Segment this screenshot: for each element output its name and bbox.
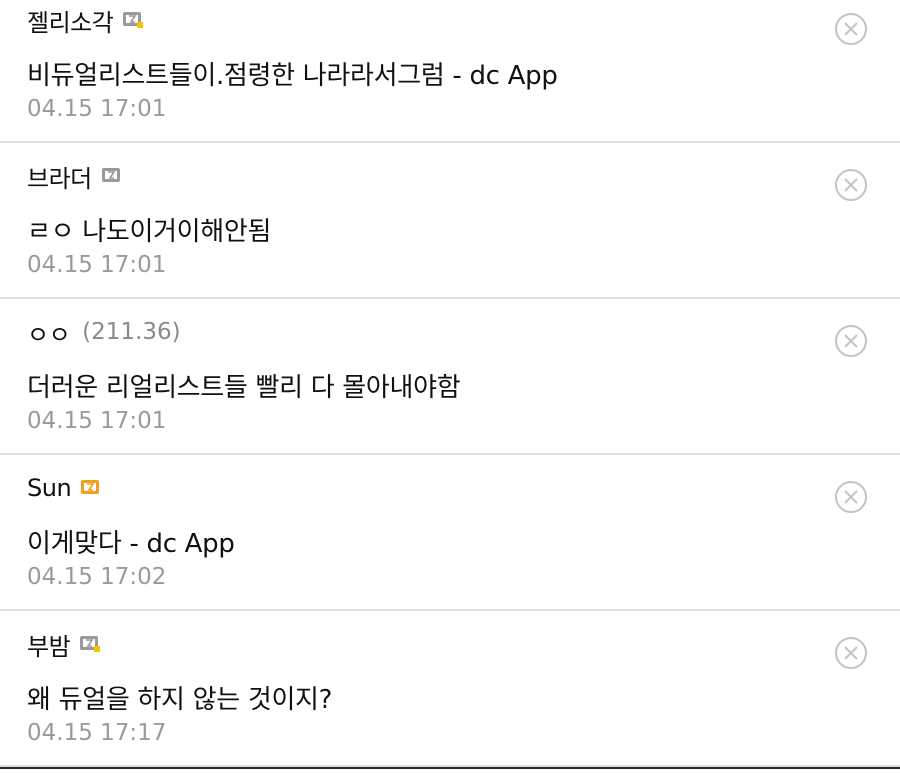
author-row: 브라더 xyxy=(27,159,123,194)
comment-item: ㅇㅇ (211.36) 더러운 리얼리스트들 빨리 다 몰아내야함 04.15 … xyxy=(0,312,900,455)
comment-date: 04.15 17:01 xyxy=(27,96,167,122)
delete-comment-icon[interactable] xyxy=(834,12,868,46)
author-row: 부밤 xyxy=(27,627,101,662)
comment-date: 04.15 17:17 xyxy=(27,720,167,746)
author-name[interactable]: 젤리소각 xyxy=(27,3,114,38)
comment-text: 왜 듀얼을 하지 않는 것이지? xyxy=(27,685,333,715)
author-name[interactable]: ㅇㅇ xyxy=(27,315,71,350)
comment-list: 젤리소각 비듀얼리스트들이.점령한 나라라서그럼 - dc App 04.15 … xyxy=(0,0,900,773)
bottom-divider xyxy=(0,767,900,769)
gallog-icon[interactable] xyxy=(122,11,144,29)
comment-item: 젤리소각 비듀얼리스트들이.점령한 나라라서그럼 - dc App 04.15 … xyxy=(0,0,900,143)
comment-item: 브라더 ㄹㅇ 나도이거이해안됨 04.15 17:01 xyxy=(0,156,900,299)
author-name[interactable]: Sun xyxy=(27,474,72,502)
comment-date: 04.15 17:02 xyxy=(27,564,167,590)
delete-comment-icon[interactable] xyxy=(834,480,868,514)
delete-comment-icon[interactable] xyxy=(834,168,868,202)
comment-date: 04.15 17:01 xyxy=(27,252,167,278)
gallog-icon[interactable] xyxy=(101,167,123,185)
gallog-icon[interactable] xyxy=(79,635,101,653)
comment-item: 부밤 왜 듀얼을 하지 않는 것이지? 04.15 17:17 xyxy=(0,624,900,767)
author-row: 젤리소각 xyxy=(27,3,144,38)
comment-text: ㄹㅇ 나도이거이해안됨 xyxy=(27,217,272,247)
delete-comment-icon[interactable] xyxy=(834,324,868,358)
author-row: Sun xyxy=(27,472,102,504)
author-ip: (211.36) xyxy=(82,319,181,345)
author-name[interactable]: 부밤 xyxy=(27,627,71,662)
gallog-icon[interactable] xyxy=(80,479,102,497)
author-name[interactable]: 브라더 xyxy=(27,159,92,194)
delete-comment-icon[interactable] xyxy=(834,636,868,670)
comment-text: 비듀얼리스트들이.점령한 나라라서그럼 - dc App xyxy=(27,61,558,91)
author-row: ㅇㅇ (211.36) xyxy=(27,315,181,350)
comment-item: Sun 이게맞다 - dc App 04.15 17:02 xyxy=(0,468,900,611)
comment-text: 이게맞다 - dc App xyxy=(27,529,235,559)
comment-date: 04.15 17:01 xyxy=(27,408,167,434)
comment-text: 더러운 리얼리스트들 빨리 다 몰아내야함 xyxy=(27,373,461,403)
